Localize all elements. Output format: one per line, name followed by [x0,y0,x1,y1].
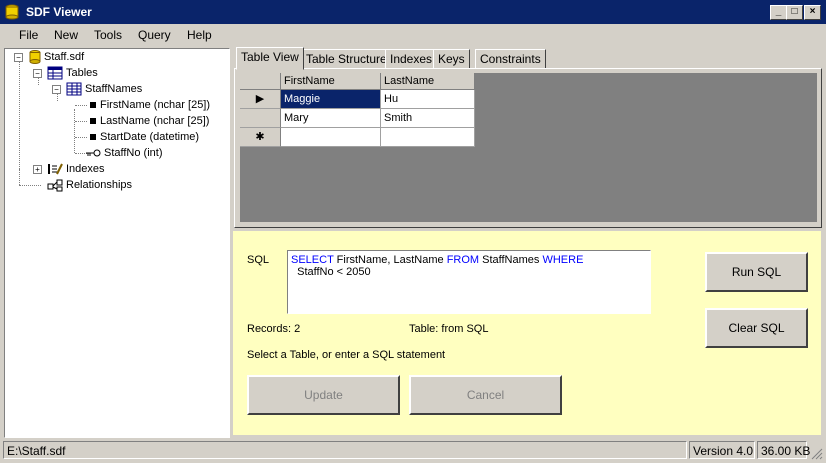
tree-panel[interactable]: − Staff.sdf − Tables − StaffNames FirstN… [4,48,230,438]
sql-keyword: WHERE [542,254,584,266]
relationships-icon [47,179,63,192]
menu-new[interactable]: New [54,28,78,42]
sql-text: StaffNames [479,254,543,266]
grid-cell[interactable]: Hu [381,90,475,109]
tab-indexes[interactable]: Indexes [385,49,438,69]
tree-column-firstname[interactable]: FirstName (nchar [25]) [89,97,210,113]
tree-column-label: LastName (nchar [25]) [100,115,210,127]
tree-node-root[interactable]: Staff.sdf [29,49,84,65]
database-icon [5,4,19,20]
data-grid[interactable]: FirstName LastName ▶ Maggie Hu Mary Smit… [240,73,817,222]
grid-header-firstname[interactable]: FirstName [281,73,381,90]
grid-cell[interactable]: Mary [281,109,381,128]
tree-collapse-staffnames[interactable]: − [52,85,61,94]
tree-indexes-label: Indexes [66,163,105,175]
tree-node-relationships[interactable]: Relationships [47,177,132,193]
minimize-button[interactable]: _ [770,5,787,20]
sql-keyword: SELECT [291,254,334,266]
table-info: Table: from SQL [409,323,489,335]
status-path: E:\Staff.sdf [3,441,687,459]
grid-corner[interactable] [240,73,281,90]
grid-cell[interactable]: Smith [381,109,475,128]
tree-column-startdate[interactable]: StartDate (datetime) [89,129,199,145]
indexes-icon [48,163,63,175]
resize-grip-icon[interactable] [810,447,823,460]
database-icon [29,50,41,64]
tree-relationships-label: Relationships [66,179,133,191]
table-icon [66,82,82,96]
tree-staffnames-label: StaffNames [85,83,143,95]
records-count: Records: 2 [247,323,301,335]
menu-file[interactable]: File [19,28,38,42]
tree-root-label: Staff.sdf [44,51,85,63]
status-size: 36.00 KB [757,441,810,459]
menu-help[interactable]: Help [187,28,212,42]
grid-cell[interactable]: Maggie [281,90,381,109]
tree-node-staffnames[interactable]: StaffNames [66,81,142,97]
hint-text: Select a Table, or enter a SQL statement [247,349,446,361]
sql-input[interactable]: SELECT FirstName, LastName FROM StaffNam… [287,250,651,314]
tree-column-label: FirstName (nchar [25]) [100,99,211,111]
tree-column-staffno[interactable]: StaffNo (int) [85,145,163,161]
grid-row-marker[interactable]: ✱ [240,128,281,147]
column-icon [90,118,96,124]
sql-text: StaffNo < 2050 [291,266,371,278]
tree-collapse-root[interactable]: − [14,53,23,62]
column-icon [90,134,96,140]
grid-row-marker[interactable]: ▶ [240,90,281,109]
tab-table-structure[interactable]: Table Structure [301,49,392,69]
tree-column-label: StaffNo (int) [104,147,163,159]
tree-column-label: StartDate (datetime) [100,131,200,143]
tree-node-tables[interactable]: Tables [47,65,98,81]
column-icon [90,102,96,108]
sql-text: FirstName, LastName [333,254,447,266]
tree-node-indexes[interactable]: Indexes [47,161,105,177]
sql-label: SQL [247,254,270,266]
sql-keyword: FROM [446,254,480,266]
grid-row-marker[interactable] [240,109,281,128]
maximize-button[interactable]: □ [786,5,803,20]
menu-query[interactable]: Query [138,28,171,42]
tab-constraints[interactable]: Constraints [475,49,546,69]
tab-table-view[interactable]: Table View [236,47,304,70]
menu-bar: File New Tools Query Help [0,24,826,47]
window-title: SDF Viewer [26,5,92,19]
tree-expand-indexes[interactable]: + [33,165,42,174]
close-button[interactable]: × [804,5,821,20]
grid-cell[interactable] [381,128,475,147]
clear-sql-button[interactable]: Clear SQL [705,308,808,348]
tree-tables-label: Tables [66,67,98,79]
run-sql-button[interactable]: Run SQL [705,252,808,292]
tree-collapse-tables[interactable]: − [33,69,42,78]
key-icon [86,149,101,157]
menu-tools[interactable]: Tools [94,28,122,42]
title-bar: SDF Viewer _ □ × [0,0,826,24]
tab-keys[interactable]: Keys [433,49,470,69]
grid-header-lastname[interactable]: LastName [381,73,475,90]
tree-column-lastname[interactable]: LastName (nchar [25]) [89,113,209,129]
tables-icon [47,66,63,80]
status-bar: E:\Staff.sdf Version 4.0 36.00 KB [0,438,826,463]
status-version: Version 4.0 [689,441,755,459]
cancel-button[interactable]: Cancel [409,375,562,415]
grid-cell[interactable] [281,128,381,147]
update-button[interactable]: Update [247,375,400,415]
